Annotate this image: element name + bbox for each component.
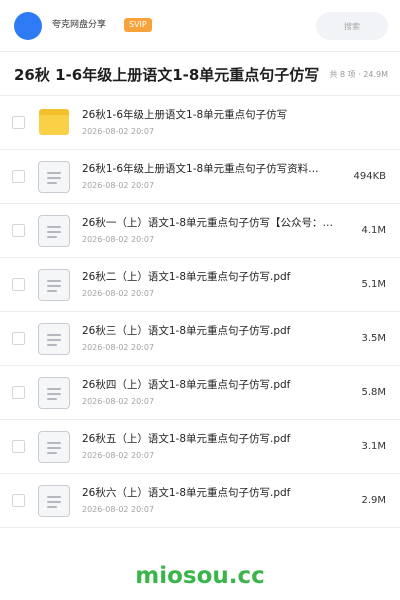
file-size: 3.5M — [361, 333, 386, 344]
file-size: 2.9M — [361, 495, 386, 506]
file-name[interactable]: 26秋1-6年级上册语文1-8单元重点句子仿写 — [82, 108, 344, 122]
document-icon — [38, 161, 70, 193]
file-name[interactable]: 26秋五（上）语文1-8单元重点句子仿写.pdf — [82, 432, 344, 446]
header: 夸克网盘分享 SVIP — [0, 0, 400, 52]
file-date: 2026-08-02 20:07 — [82, 289, 155, 298]
select-checkbox[interactable] — [12, 386, 25, 399]
select-checkbox[interactable] — [12, 224, 25, 237]
document-icon — [38, 323, 70, 355]
list-item[interactable]: 26秋四（上）语文1-8单元重点句子仿写.pdf 2026-08-02 20:0… — [0, 366, 400, 420]
list-item[interactable]: 26秋三（上）语文1-8单元重点句子仿写.pdf 2026-08-02 20:0… — [0, 312, 400, 366]
document-icon — [38, 377, 70, 409]
file-name[interactable]: 26秋二（上）语文1-8单元重点句子仿写.pdf — [82, 270, 344, 284]
file-size: 4.1M — [361, 225, 386, 236]
file-name[interactable]: 26秋三（上）语文1-8单元重点句子仿写.pdf — [82, 324, 344, 338]
file-date: 2026-08-02 20:07 — [82, 235, 155, 244]
avatar[interactable] — [14, 12, 42, 40]
share-page: 夸克网盘分享 SVIP 26秋 1-6年级上册语文1-8单元重点句子仿写 共 8… — [0, 0, 400, 600]
file-date: 2026-08-02 20:07 — [82, 451, 155, 460]
page-title: 26秋 1-6年级上册语文1-8单元重点句子仿写 — [14, 66, 320, 84]
document-icon — [38, 215, 70, 247]
select-checkbox[interactable] — [12, 170, 25, 183]
svip-badge: SVIP — [124, 18, 152, 32]
file-name[interactable]: 26秋1-6年级上册语文1-8单元重点句子仿写资料… — [82, 162, 344, 176]
list-item[interactable]: 26秋二（上）语文1-8单元重点句子仿写.pdf 2026-08-02 20:0… — [0, 258, 400, 312]
list-item[interactable]: 26秋1-6年级上册语文1-8单元重点句子仿写 2026-08-02 20:07 — [0, 96, 400, 150]
select-checkbox[interactable] — [12, 494, 25, 507]
username: 夸克网盘分享 — [52, 20, 107, 30]
file-size: 5.1M — [361, 279, 386, 290]
file-date: 2026-08-02 20:07 — [82, 397, 155, 406]
list-item[interactable]: 26秋五（上）语文1-8单元重点句子仿写.pdf 2026-08-02 20:0… — [0, 420, 400, 474]
watermark: miosou.cc — [135, 563, 265, 589]
file-size: 3.1M — [361, 441, 386, 452]
file-name[interactable]: 26秋四（上）语文1-8单元重点句子仿写.pdf — [82, 378, 344, 392]
file-date: 2026-08-02 20:07 — [82, 181, 155, 190]
file-date: 2026-08-02 20:07 — [82, 343, 155, 352]
search-input[interactable] — [316, 12, 388, 40]
list-item[interactable]: 26秋1-6年级上册语文1-8单元重点句子仿写资料… 2026-08-02 20… — [0, 150, 400, 204]
document-icon — [38, 269, 70, 301]
select-checkbox[interactable] — [12, 116, 25, 129]
file-size: 5.8M — [361, 387, 386, 398]
list-item[interactable]: 26秋一（上）语文1-8单元重点句子仿写【公众号：… 2026-08-02 20… — [0, 204, 400, 258]
file-list: 26秋1-6年级上册语文1-8单元重点句子仿写 2026-08-02 20:07… — [0, 96, 400, 528]
file-date: 2026-08-02 20:07 — [82, 127, 155, 136]
select-checkbox[interactable] — [12, 440, 25, 453]
document-icon — [38, 431, 70, 463]
file-name[interactable]: 26秋一（上）语文1-8单元重点句子仿写【公众号：… — [82, 216, 344, 230]
folder-header: 26秋 1-6年级上册语文1-8单元重点句子仿写 共 8 项 · 24.9M — [0, 52, 400, 96]
select-checkbox[interactable] — [12, 278, 25, 291]
select-checkbox[interactable] — [12, 332, 25, 345]
folder-icon — [38, 107, 70, 139]
folder-meta: 共 8 项 · 24.9M — [329, 70, 388, 79]
file-date: 2026-08-02 20:07 — [82, 505, 155, 514]
list-item[interactable]: 26秋六（上）语文1-8单元重点句子仿写.pdf 2026-08-02 20:0… — [0, 474, 400, 528]
document-icon — [38, 485, 70, 517]
file-name[interactable]: 26秋六（上）语文1-8单元重点句子仿写.pdf — [82, 486, 344, 500]
file-size: 494KB — [353, 171, 386, 182]
